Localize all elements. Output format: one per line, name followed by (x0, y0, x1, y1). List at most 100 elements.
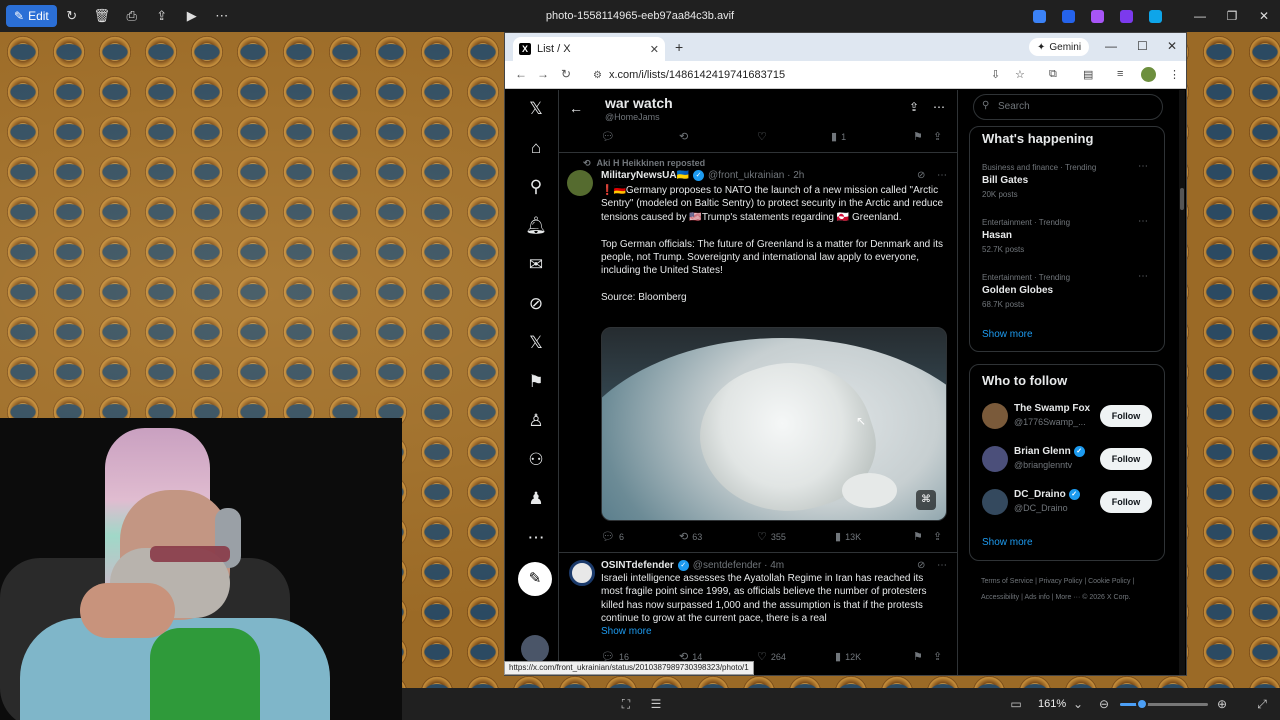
reply-button[interactable]: 💬︎ (601, 130, 615, 143)
tab-list-x[interactable]: X List / X ✕ (513, 37, 665, 61)
communities-icon[interactable]: ⚇ (525, 449, 547, 471)
share-button[interactable]: ⇪ (933, 650, 942, 663)
follow-button[interactable]: Follow (1100, 405, 1152, 427)
gemini-button[interactable]: ✦ Gemini (1029, 38, 1090, 56)
follow-button[interactable]: Follow (1100, 491, 1152, 513)
search-icon[interactable]: ⚲ (525, 176, 547, 198)
close-icon[interactable]: ✕ (1248, 9, 1280, 23)
media-icon[interactable]: ≡ (1117, 68, 1123, 80)
delete-icon[interactable]: 🗑 (87, 5, 117, 27)
install-icon[interactable]: ⇩ (991, 68, 1000, 81)
edit-button[interactable]: ✎ Edit (6, 5, 57, 27)
zoom-out-icon[interactable]: ⊖ (1096, 696, 1112, 712)
rotate-icon[interactable]: ↻ (57, 5, 87, 27)
bookmark-button[interactable]: ⚑ (913, 130, 923, 143)
views-button[interactable]: ▮ 1 (831, 130, 846, 143)
footer-links[interactable]: Terms of Service | Privacy Policy | Cook… (981, 574, 1161, 606)
tweet-avatar[interactable] (567, 170, 593, 196)
account-avatar[interactable] (982, 446, 1008, 472)
chevron-down-icon[interactable]: ⌄ (1070, 696, 1086, 712)
more-icon[interactable]: ⋯ (207, 5, 237, 27)
tray-app-icon[interactable] (1054, 6, 1083, 26)
bookmark-button[interactable]: ⚑ (913, 530, 923, 543)
account-name[interactable]: The Swamp Fox (1014, 403, 1090, 414)
crop-icon[interactable]: ⛶ (618, 696, 634, 712)
account-avatar[interactable] (982, 489, 1008, 515)
extensions-icon[interactable]: ⧉ (1049, 68, 1057, 81)
profile-icon[interactable]: ♟ (525, 488, 547, 510)
author-handle[interactable]: @front_ukrainian · 2h (708, 170, 804, 181)
star-icon[interactable]: ☆ (1015, 68, 1025, 81)
tray-app-icon[interactable] (1083, 6, 1112, 26)
maximize-icon[interactable]: ☐ (1137, 39, 1148, 53)
fit-icon[interactable]: ▭ (1008, 696, 1024, 712)
show-more-link[interactable]: Show more (601, 626, 652, 637)
zoom-slider[interactable] (1120, 698, 1208, 710)
more-icon[interactable]: ⋯ (1138, 161, 1148, 172)
account-avatar[interactable] (982, 403, 1008, 429)
scrollbar-thumb[interactable] (1180, 188, 1184, 210)
info-icon[interactable]: ☰ (648, 696, 664, 712)
profile-avatar[interactable] (1141, 67, 1156, 82)
more-icon[interactable]: ⋯ (933, 100, 945, 114)
share-button[interactable]: ⇪ (933, 530, 942, 543)
notifications-icon[interactable]: 🔔︎ (525, 215, 547, 237)
views-button[interactable]: ▮ 13K (835, 530, 861, 543)
x-logo-icon[interactable]: 𝕏 (525, 98, 547, 120)
repost-button[interactable]: ⟲ 63 (679, 530, 702, 543)
search-input[interactable]: Search (973, 94, 1163, 120)
menu-icon[interactable]: ⋮ (1169, 68, 1180, 81)
views-button[interactable]: ▮ 12K (835, 650, 861, 663)
zoom-level[interactable]: 161% (1038, 698, 1066, 710)
close-icon[interactable]: ✕ (1167, 39, 1177, 53)
like-button[interactable]: ♡ 264 (757, 650, 786, 663)
bookmarks-icon[interactable]: ⚑ (525, 371, 547, 393)
share-button[interactable]: ⇪ (933, 130, 942, 143)
messages-icon[interactable]: ✉ (525, 254, 547, 276)
grok-icon[interactable]: ⊘ (525, 293, 547, 315)
grok-icon[interactable]: ⊘ (917, 560, 925, 571)
premium-icon[interactable]: 𝕏 (525, 332, 547, 354)
more-icon[interactable]: ⋯ (937, 170, 947, 181)
trend-name[interactable]: Golden Globes (982, 285, 1053, 296)
tray-app-icon[interactable] (1025, 6, 1054, 26)
account-name[interactable]: DC_Draino ✓ (1014, 489, 1080, 500)
zoom-slider-knob[interactable] (1136, 698, 1148, 710)
author-name[interactable]: OSINTdefender (601, 560, 674, 571)
jobs-icon[interactable]: ♙ (525, 410, 547, 432)
account-name[interactable]: Brian Glenn ✓ (1014, 446, 1085, 457)
share-icon[interactable]: ⇪ (147, 5, 177, 27)
author-handle[interactable]: @sentdefender · 4m (693, 560, 784, 571)
close-icon[interactable]: ✕ (650, 43, 659, 56)
image-options-icon[interactable]: ⌘ (916, 490, 936, 510)
url-field[interactable]: x.com/i/lists/1486142419741683715 (591, 65, 985, 85)
more-icon[interactable]: ⋯ (1138, 271, 1148, 282)
minimize-icon[interactable]: — (1184, 9, 1216, 23)
reload-icon[interactable]: ↻ (561, 67, 571, 81)
tweet-image[interactable]: ↖ ⌘ (601, 327, 947, 521)
more-icon[interactable]: ⋯ (937, 560, 947, 571)
bookmark-button[interactable]: ⚑ (913, 650, 923, 663)
show-more-link[interactable]: Show more (982, 537, 1033, 548)
trend-name[interactable]: Bill Gates (982, 175, 1028, 186)
back-arrow-icon[interactable]: ← (569, 100, 583, 116)
new-tab-icon[interactable]: + (675, 39, 683, 55)
like-button[interactable]: ♡ 355 (757, 530, 786, 543)
share-icon[interactable]: ⇪ (909, 100, 919, 114)
page-scrollbar[interactable] (1179, 90, 1185, 675)
more-icon[interactable]: ⋯ (525, 527, 547, 549)
compose-post-button[interactable]: ✎ (518, 562, 552, 596)
account-avatar[interactable] (521, 635, 549, 663)
repost-button[interactable]: ⟲ (679, 130, 688, 143)
like-button[interactable]: ♡ (757, 130, 767, 143)
tray-app-icon[interactable] (1112, 6, 1141, 26)
trend-name[interactable]: Hasan (982, 230, 1012, 241)
home-icon[interactable]: ⌂ (525, 137, 547, 159)
back-icon[interactable]: ← (515, 67, 527, 81)
minimize-icon[interactable]: — (1105, 39, 1117, 53)
show-more-link[interactable]: Show more (982, 329, 1033, 340)
expand-icon[interactable]: ⤢ (1254, 696, 1270, 712)
author-name[interactable]: MilitaryNewsUA🇺🇦 (601, 170, 689, 181)
grok-icon[interactable]: ⊘ (917, 170, 925, 181)
tweet-avatar[interactable] (569, 560, 595, 586)
